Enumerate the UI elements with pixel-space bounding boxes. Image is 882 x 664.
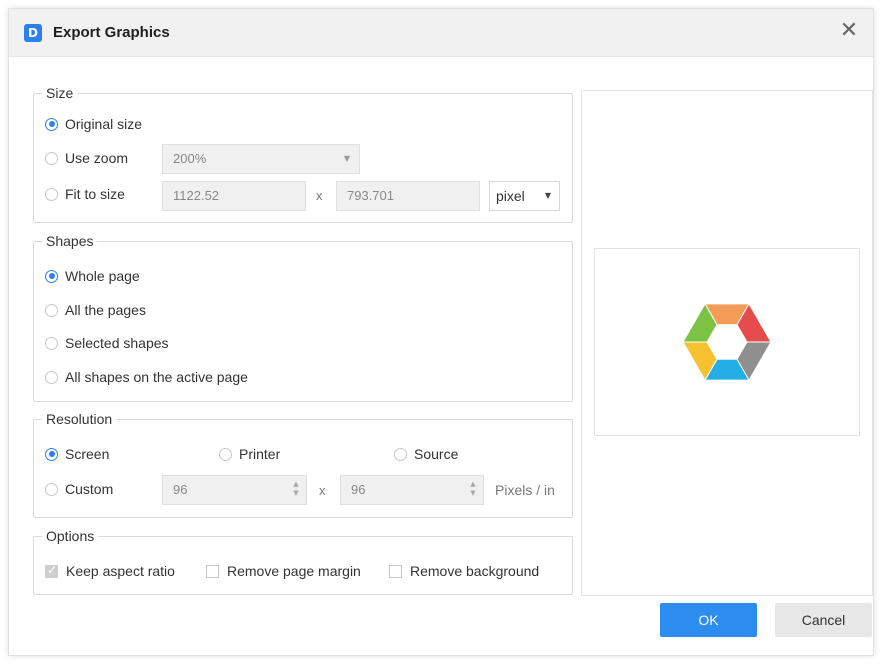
remove-background-label: Remove background: [410, 563, 540, 579]
printer-radio[interactable]: [219, 447, 232, 461]
original-size-option[interactable]: Original size: [45, 111, 142, 137]
all-pages-option[interactable]: All the pages: [45, 297, 146, 323]
screen-label: Screen: [65, 446, 110, 462]
fit-to-size-option[interactable]: Fit to size: [45, 181, 125, 207]
custom-label: Custom: [65, 481, 114, 497]
selected-shapes-label: Selected shapes: [65, 335, 169, 351]
chevron-down-icon: ▼: [343, 154, 350, 163]
remove-margin-checkbox[interactable]: [206, 564, 219, 578]
remove-background-checkbox[interactable]: [389, 564, 402, 578]
whole-page-radio[interactable]: [45, 269, 58, 283]
cancel-button[interactable]: Cancel: [775, 603, 872, 637]
shapes-legend: Shapes: [46, 233, 94, 249]
original-size-radio[interactable]: [45, 117, 58, 131]
active-page-shapes-option[interactable]: All shapes on the active page: [45, 364, 248, 390]
whole-page-label: Whole page: [65, 268, 140, 284]
selected-shapes-radio[interactable]: [45, 336, 58, 350]
export-graphics-dialog: D Export Graphics ✕ Size Original size U…: [8, 8, 874, 656]
source-label: Source: [414, 446, 459, 462]
size-separator: x: [316, 188, 323, 203]
active-page-shapes-label: All shapes on the active page: [65, 369, 248, 385]
dialog-title: Export Graphics: [53, 24, 170, 41]
remove-margin-label: Remove page margin: [227, 563, 361, 579]
options-legend: Options: [46, 528, 95, 544]
zoom-select[interactable]: 200% ▼: [162, 144, 360, 174]
active-page-shapes-radio[interactable]: [45, 370, 58, 384]
printer-option[interactable]: Printer: [219, 441, 280, 467]
custom-option[interactable]: Custom: [45, 476, 113, 502]
zoom-value: 200%: [173, 151, 207, 166]
resolution-x-stepper[interactable]: 96 ▲ ▼: [162, 475, 307, 505]
app-logo-icon: D: [24, 24, 42, 42]
unit-select[interactable]: pixel ▼: [489, 181, 560, 211]
screen-option[interactable]: Screen: [45, 441, 109, 467]
hexagon-diagram-thumbnail: [682, 302, 772, 382]
ok-button[interactable]: OK: [660, 603, 757, 637]
source-option[interactable]: Source: [394, 441, 458, 467]
use-zoom-radio[interactable]: [45, 151, 58, 165]
size-legend: Size: [46, 85, 74, 101]
fit-to-size-label: Fit to size: [65, 186, 125, 202]
height-input[interactable]: 793.701: [336, 181, 480, 211]
close-icon[interactable]: ✕: [837, 19, 861, 43]
custom-radio[interactable]: [45, 482, 58, 496]
original-size-label: Original size: [65, 116, 143, 132]
resolution-y-value: 96: [351, 482, 366, 497]
remove-background-option[interactable]: Remove background: [389, 558, 539, 584]
stepper-arrows-icon[interactable]: ▲ ▼: [292, 480, 300, 498]
preview-panel: [581, 90, 873, 596]
resolution-x-value: 96: [173, 482, 188, 497]
whole-page-option[interactable]: Whole page: [45, 263, 140, 289]
all-pages-label: All the pages: [65, 302, 146, 318]
resolution-legend: Resolution: [46, 411, 113, 427]
unit-value: pixel: [496, 188, 525, 204]
screen-radio[interactable]: [45, 447, 58, 461]
resolution-y-stepper[interactable]: 96 ▲ ▼: [340, 475, 484, 505]
printer-label: Printer: [239, 446, 281, 462]
preview-canvas: [594, 248, 860, 436]
resolution-separator: x: [319, 483, 326, 498]
chevron-down-icon: ▼: [544, 191, 551, 200]
keep-aspect-label: Keep aspect ratio: [66, 563, 175, 579]
keep-aspect-checkbox[interactable]: [45, 563, 58, 578]
resolution-unit-label: Pixels / in: [495, 482, 555, 498]
use-zoom-option[interactable]: Use zoom: [45, 145, 128, 171]
title-bar: D Export Graphics ✕: [9, 9, 873, 57]
all-pages-radio[interactable]: [45, 303, 58, 317]
stepper-arrows-icon[interactable]: ▲ ▼: [469, 480, 477, 498]
fit-to-size-radio[interactable]: [45, 187, 58, 201]
use-zoom-label: Use zoom: [65, 150, 129, 166]
remove-margin-option[interactable]: Remove page margin: [206, 558, 361, 584]
source-radio[interactable]: [394, 447, 407, 461]
keep-aspect-option[interactable]: Keep aspect ratio: [45, 558, 175, 584]
selected-shapes-option[interactable]: Selected shapes: [45, 330, 169, 356]
width-input[interactable]: 1122.52: [162, 181, 306, 211]
